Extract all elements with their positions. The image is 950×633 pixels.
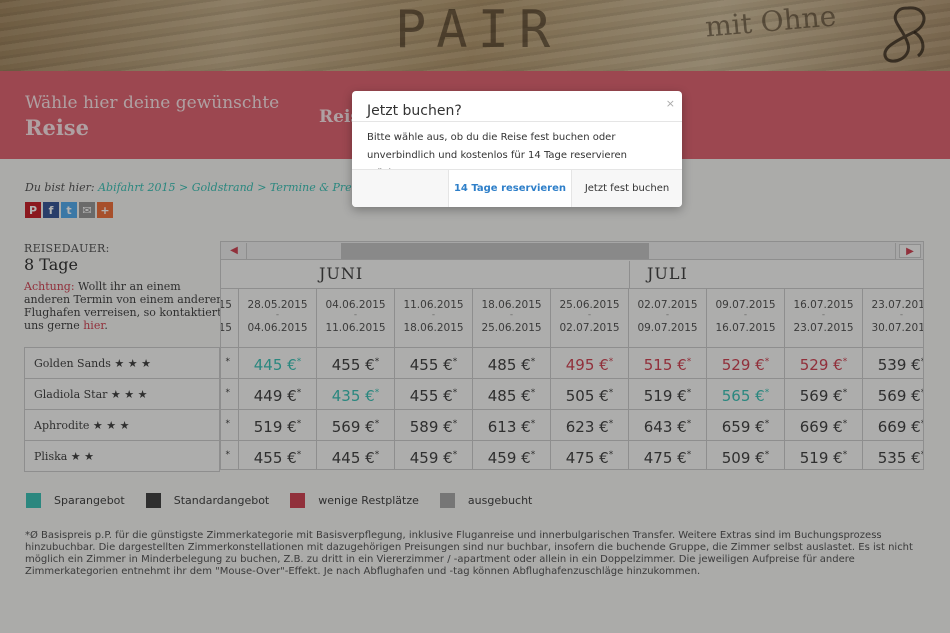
close-icon[interactable]: × bbox=[666, 97, 675, 110]
reserve-button[interactable]: 14 Tage reservieren bbox=[448, 170, 572, 207]
book-now-button[interactable]: Jetzt fest buchen bbox=[572, 170, 682, 207]
modal-title: Jetzt buchen? bbox=[367, 103, 462, 119]
booking-modal: Jetzt buchen? × Bitte wähle aus, ob du d… bbox=[352, 91, 682, 207]
modal-divider bbox=[352, 121, 682, 122]
modal-footer: 14 Tage reservieren Jetzt fest buchen bbox=[352, 169, 682, 207]
